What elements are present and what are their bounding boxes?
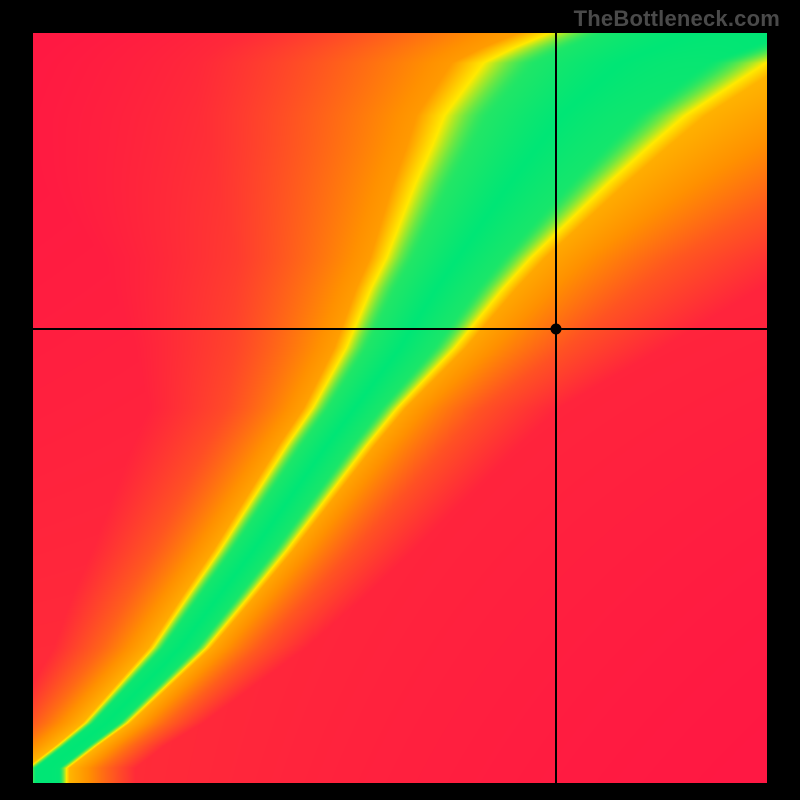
crosshair-vertical xyxy=(555,33,557,783)
heatmap-plot xyxy=(33,33,767,783)
chart-frame: TheBottleneck.com xyxy=(0,0,800,800)
heatmap-canvas xyxy=(33,33,767,783)
marker-dot xyxy=(550,324,561,335)
crosshair-horizontal xyxy=(33,328,767,330)
watermark-text: TheBottleneck.com xyxy=(574,6,780,32)
